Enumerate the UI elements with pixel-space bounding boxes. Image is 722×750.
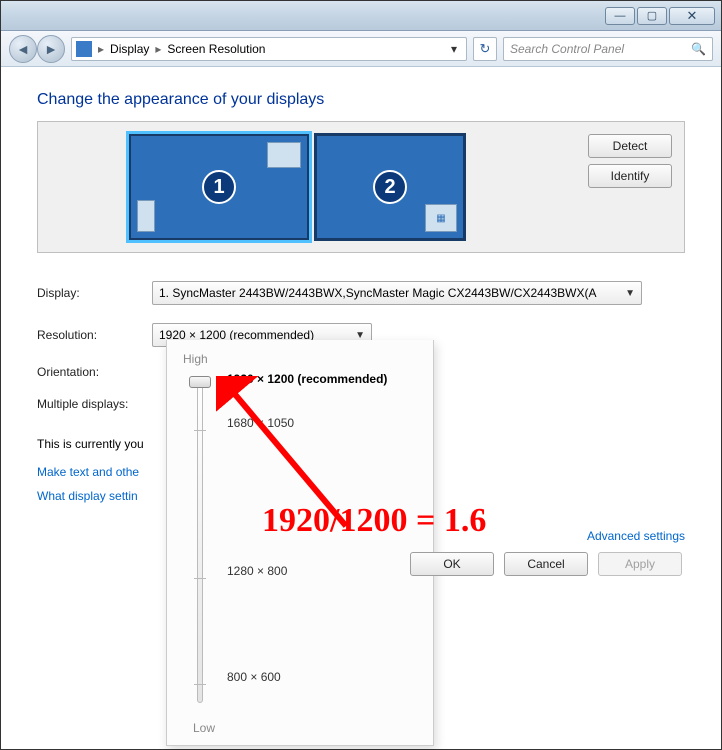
search-placeholder: Search Control Panel	[510, 42, 624, 56]
dialog-buttons: OK Cancel Apply	[410, 552, 682, 576]
refresh-button[interactable]: ↻	[473, 37, 497, 61]
breadcrumb[interactable]: ▸ Display ▸ Screen Resolution ▾	[71, 37, 467, 61]
search-input[interactable]: Search Control Panel 🔍	[503, 37, 713, 61]
detect-button[interactable]: Detect	[588, 134, 672, 158]
display-dropdown[interactable]: 1. SyncMaster 2443BW/2443BWX,SyncMaster …	[152, 281, 642, 305]
refresh-icon: ↻	[480, 41, 491, 57]
chevron-down-icon: ▼	[355, 330, 365, 341]
monitor-number: 1	[202, 170, 236, 204]
chevron-right-icon: ▸	[94, 42, 108, 56]
breadcrumb-dropdown[interactable]: ▾	[446, 42, 462, 56]
monitor-icon	[76, 41, 92, 57]
breadcrumb-item[interactable]: Screen Resolution	[167, 42, 265, 56]
slider-tick	[194, 430, 206, 431]
monitor-number: 2	[373, 170, 407, 204]
minimize-button[interactable]: —	[605, 7, 635, 25]
slider-high-label: High	[183, 352, 417, 366]
display-label: Display:	[37, 286, 152, 300]
forward-button[interactable]: ►	[37, 35, 65, 63]
page-title: Change the appearance of your displays	[37, 91, 685, 109]
resolution-option[interactable]: 800 × 600	[227, 670, 281, 684]
window-thumbnail-icon	[137, 200, 155, 232]
minimize-icon: —	[615, 10, 626, 22]
back-arrow-icon: ◄	[16, 41, 30, 57]
text-size-link[interactable]: Make text and othe	[37, 465, 139, 479]
display-preview: 1 ▦ 2 Detect Identify	[37, 121, 685, 253]
resolution-slider[interactable]	[197, 376, 213, 709]
resolution-option[interactable]: 1680 × 1050	[227, 416, 294, 430]
resolution-option[interactable]: 1920 × 1200 (recommended)	[227, 372, 387, 386]
search-icon: 🔍	[691, 42, 706, 56]
maximize-icon: ▢	[647, 9, 657, 22]
slider-tick	[194, 684, 206, 685]
maximize-button[interactable]: ▢	[637, 7, 667, 25]
slider-low-label: Low	[193, 721, 215, 735]
cancel-button[interactable]: Cancel	[504, 552, 588, 576]
monitor-2[interactable]: ▦ 2	[314, 133, 466, 241]
navigation-bar: ◄ ► ▸ Display ▸ Screen Resolution ▾ ↻ Se…	[1, 31, 721, 67]
monitor-1[interactable]: 1	[128, 133, 310, 241]
back-button[interactable]: ◄	[9, 35, 37, 63]
orientation-label: Orientation:	[37, 365, 152, 379]
close-button[interactable]: ✕	[669, 7, 715, 25]
display-row: Display: 1. SyncMaster 2443BW/2443BWX,Sy…	[37, 281, 685, 305]
window-thumbnail-icon: ▦	[425, 204, 457, 232]
close-icon: ✕	[687, 8, 698, 24]
window-thumbnail-icon	[267, 142, 301, 168]
chevron-down-icon: ▼	[625, 288, 635, 299]
resolution-slider-popout: High 1920 × 1200 (recommended) 1680 × 10…	[166, 340, 434, 746]
resolution-option[interactable]: 1280 × 800	[227, 564, 287, 578]
multiple-displays-label: Multiple displays:	[37, 397, 152, 411]
advanced-settings-link[interactable]: Advanced settings	[587, 529, 685, 543]
window-titlebar: — ▢ ✕	[1, 1, 721, 31]
identify-button[interactable]: Identify	[588, 164, 672, 188]
breadcrumb-item[interactable]: Display	[110, 42, 149, 56]
slider-thumb[interactable]	[189, 376, 211, 388]
chevron-right-icon: ▸	[151, 42, 165, 56]
dropdown-value: 1. SyncMaster 2443BW/2443BWX,SyncMaster …	[159, 286, 597, 300]
forward-arrow-icon: ►	[44, 41, 58, 57]
slider-tick	[194, 578, 206, 579]
annotation-text: 1920/1200 = 1.6	[262, 502, 486, 540]
resolution-label: Resolution:	[37, 328, 152, 342]
ok-button[interactable]: OK	[410, 552, 494, 576]
apply-button[interactable]: Apply	[598, 552, 682, 576]
